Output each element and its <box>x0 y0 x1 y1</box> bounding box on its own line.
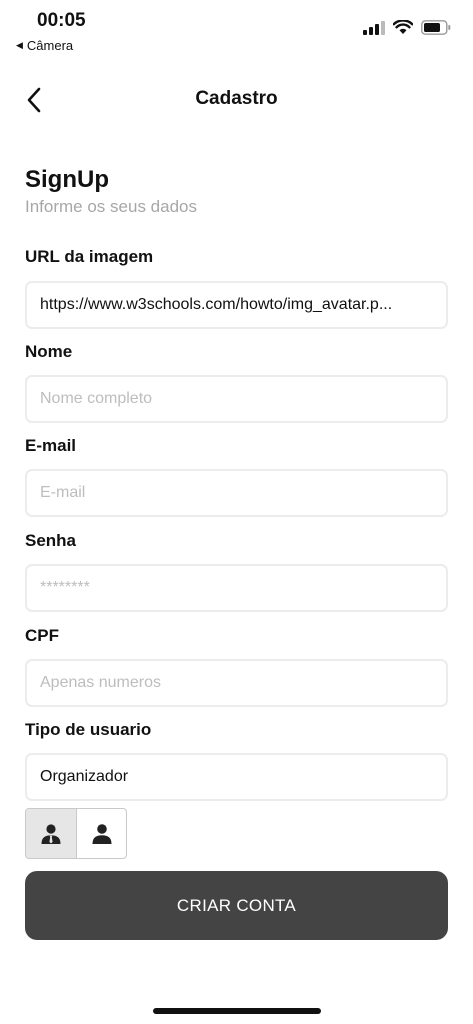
image-url-field[interactable]: https://www.w3schools.com/howto/img_avat… <box>25 281 448 329</box>
create-account-label: CRIAR CONTA <box>176 895 297 915</box>
email-field-wrapper <box>25 469 448 517</box>
user-icon <box>92 823 111 844</box>
status-time: 00:05 <box>37 10 86 31</box>
back-triangle-icon: ◀ <box>16 40 23 50</box>
name-input[interactable] <box>27 377 446 421</box>
back-to-app-link[interactable]: ◀ Câmera <box>16 38 73 53</box>
create-account-button[interactable]: CRIAR CONTA <box>25 871 448 940</box>
cpf-label: CPF <box>25 626 59 645</box>
email-label: E-mail <box>25 436 77 455</box>
organizer-icon <box>41 823 61 844</box>
name-field-wrapper <box>25 375 448 423</box>
password-field-wrapper <box>25 564 448 612</box>
organizer-toggle-button[interactable] <box>26 809 76 858</box>
page-title: Cadastro <box>195 88 278 109</box>
signup-heading: SignUp <box>25 166 109 193</box>
status-bar: 00:05 ◀ Câmera <box>0 0 473 60</box>
name-label: Nome <box>25 342 73 361</box>
cpf-input[interactable] <box>27 661 446 705</box>
user-type-toggle <box>25 808 127 859</box>
image-url-label: URL da imagem <box>25 247 154 266</box>
cpf-field-wrapper <box>25 659 448 707</box>
signal-icon <box>363 20 385 35</box>
home-indicator <box>153 1008 321 1014</box>
user-type-value: Organizador <box>40 768 129 785</box>
back-app-label: Câmera <box>26 38 74 53</box>
wifi-icon <box>393 20 413 34</box>
image-url-value: https://www.w3schools.com/howto/img_avat… <box>40 296 393 313</box>
signup-subtitle: Informe os seus dados <box>25 197 197 216</box>
battery-icon <box>421 20 451 35</box>
user-toggle-button[interactable] <box>76 809 126 858</box>
system-icons <box>363 20 451 35</box>
user-type-label: Tipo de usuario <box>25 720 152 739</box>
user-type-field[interactable]: Organizador <box>25 753 448 801</box>
email-input[interactable] <box>27 471 446 515</box>
password-input[interactable] <box>27 566 446 610</box>
navigation-bar: Cadastro <box>0 78 473 122</box>
password-label: Senha <box>25 531 77 550</box>
